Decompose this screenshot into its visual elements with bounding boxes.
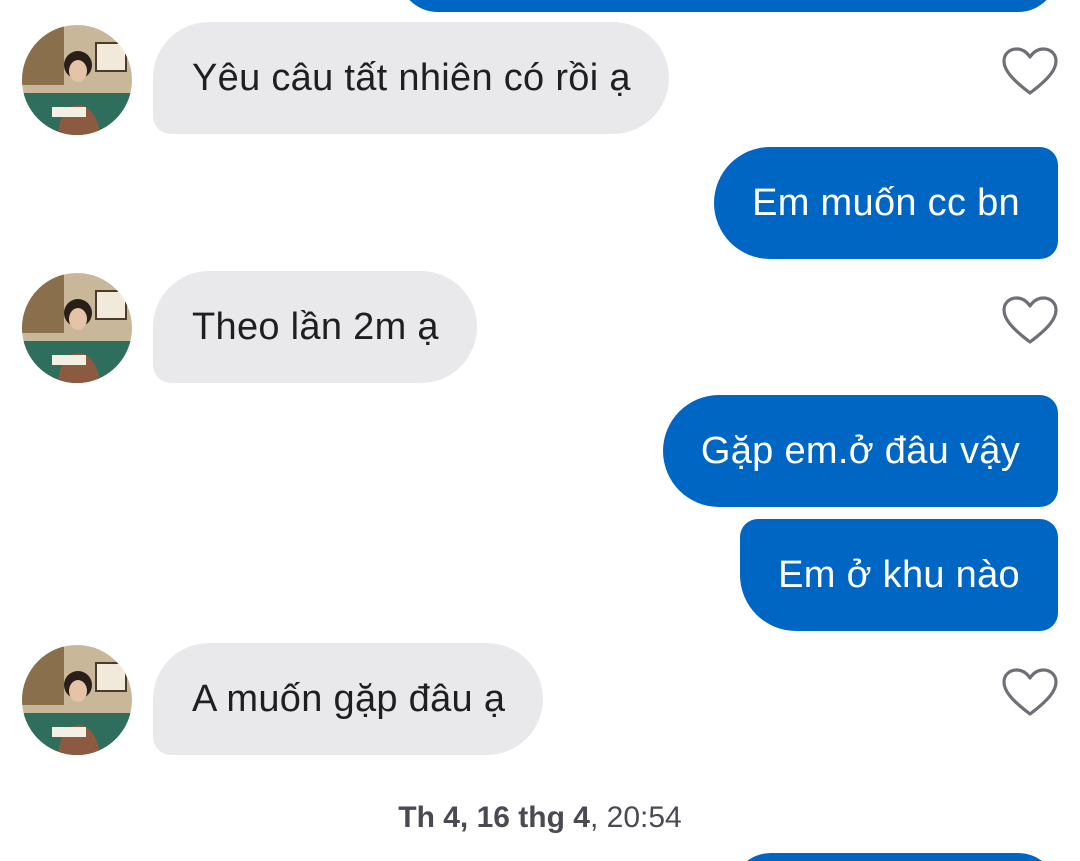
- heart-icon[interactable]: [1002, 47, 1058, 97]
- message-text: A muốn gặp đâu ạ: [192, 677, 506, 720]
- avatar-photo: [22, 273, 132, 383]
- message-text: Theo lần 2m ạ: [192, 305, 439, 348]
- heart-icon[interactable]: [1002, 296, 1058, 346]
- message-text: Gặp em.ở đâu vậy: [700, 429, 1020, 472]
- date-separator: Th 4, 16 thg 4, 20:54: [0, 801, 1080, 835]
- message-text: Yêu câu tất nhiên có rồi ạ: [192, 56, 631, 99]
- outgoing-message[interactable]: Em muốn cc bn: [714, 147, 1058, 259]
- message-text: Em muốn cc bn: [752, 181, 1020, 224]
- incoming-message[interactable]: Theo lần 2m ạ: [153, 271, 477, 383]
- contact-avatar[interactable]: [22, 273, 132, 383]
- chat-thread: Yêu câu tất nhiên có rồi ạ Em muốn cc bn…: [0, 0, 1080, 861]
- avatar-photo: [22, 25, 132, 135]
- outgoing-message[interactable]: Em ở khu nào: [740, 519, 1058, 631]
- incoming-message[interactable]: A muốn gặp đâu ạ: [153, 643, 544, 755]
- incoming-message[interactable]: Yêu câu tất nhiên có rồi ạ: [153, 22, 669, 134]
- outgoing-bubble-partial[interactable]: [731, 853, 1058, 861]
- outgoing-bubble-partial[interactable]: [398, 0, 1058, 12]
- contact-avatar[interactable]: [22, 645, 132, 755]
- timestamp-time: 20:54: [598, 801, 682, 834]
- outgoing-message[interactable]: Gặp em.ở đâu vậy: [662, 395, 1058, 507]
- avatar-photo: [22, 645, 132, 755]
- timestamp-day: Th 4, 16 thg 4: [398, 801, 590, 834]
- contact-avatar[interactable]: [22, 25, 132, 135]
- heart-icon[interactable]: [1002, 668, 1058, 718]
- message-text: Em ở khu nào: [778, 553, 1020, 596]
